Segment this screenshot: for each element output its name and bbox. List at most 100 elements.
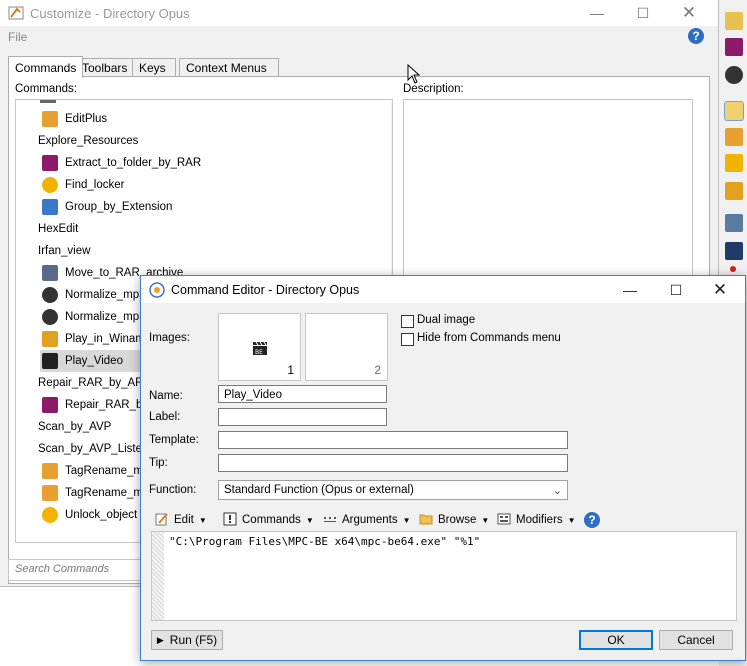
- image-slot-2[interactable]: 2: [305, 313, 388, 381]
- editor-titlebar[interactable]: Command Editor - Directory Opus — ☐ ✕: [141, 276, 745, 303]
- info-icon: [223, 512, 237, 529]
- list-item-label: Play_in_Winamp: [65, 333, 152, 345]
- normalize-icon: [42, 309, 58, 325]
- list-item-label: Scan_by_AVP: [38, 421, 112, 433]
- browse-menu-button[interactable]: Browse ▼: [419, 511, 489, 529]
- commands-menu-label: Commands: [242, 514, 301, 526]
- list-item[interactable]: Find_locker: [40, 174, 372, 196]
- play-icon: ▶: [156, 634, 164, 645]
- folder-icon: [419, 512, 433, 529]
- list-item[interactable]: Explore_Resources: [38, 130, 368, 152]
- list-top-fragment: [40, 100, 56, 103]
- winamp-icon: [42, 331, 58, 347]
- list-item-label: Group_by_Extension: [65, 201, 173, 213]
- close-button[interactable]: ✕: [666, 0, 712, 26]
- editplus-icon[interactable]: [725, 128, 743, 146]
- folder-sync-icon[interactable]: [725, 12, 743, 30]
- description-box[interactable]: [403, 99, 693, 281]
- arguments-menu-label: Arguments: [342, 514, 398, 526]
- tab-keys[interactable]: Keys: [132, 58, 176, 77]
- menu-file[interactable]: File: [8, 30, 27, 44]
- editor-gutter: [152, 532, 164, 620]
- mpc-be-icon: BE: [252, 340, 268, 359]
- function-value: Standard Function (Opus or external): [224, 484, 414, 496]
- list-item[interactable]: Extract_to_folder_by_RAR: [40, 152, 372, 174]
- editor-help-icon[interactable]: ?: [584, 512, 600, 528]
- search-commands-input[interactable]: Search Commands: [8, 559, 150, 581]
- tab-context-menus[interactable]: Context Menus: [179, 58, 279, 77]
- label-input[interactable]: [218, 408, 387, 426]
- editor-maximize-button[interactable]: ☐: [653, 277, 699, 303]
- commands-label: Commands:: [15, 83, 77, 95]
- run-button-label: Run (F5): [169, 633, 218, 647]
- image-slot-number: 1: [287, 363, 294, 377]
- hide-from-menu-label: Hide from Commands menu: [417, 332, 561, 344]
- minimize-button[interactable]: —: [574, 0, 620, 26]
- list-item-label: EditPlus: [65, 113, 108, 125]
- tip-input[interactable]: [218, 454, 568, 472]
- image-slot-1[interactable]: BE 1: [218, 313, 301, 381]
- browse-menu-label: Browse: [438, 514, 477, 526]
- chevron-down-icon: ⌄: [552, 485, 562, 497]
- winamp-icon[interactable]: [725, 182, 743, 200]
- tab-toolbars[interactable]: Toolbars: [75, 58, 135, 77]
- hide-from-menu-checkbox[interactable]: [401, 333, 414, 346]
- lock-icon: [42, 507, 58, 523]
- modifiers-menu-button[interactable]: Modifiers ▼: [497, 511, 576, 529]
- name-input[interactable]: Play_Video: [218, 385, 387, 403]
- commands-menu-button[interactable]: Commands ▼: [223, 511, 314, 529]
- editor-toolbar: Edit ▼ Commands ▼ Arguments ▼ Browse ▼ Modif…: [151, 509, 735, 531]
- svg-text:BE: BE: [255, 349, 263, 356]
- lock-icon[interactable]: [725, 154, 743, 172]
- opus-app-icon: [149, 282, 165, 298]
- cancel-button[interactable]: Cancel: [659, 630, 733, 650]
- list-item-label: Find_locker: [65, 179, 125, 191]
- edit-menu-label: Edit: [174, 514, 194, 526]
- search-folder-icon[interactable]: [725, 214, 743, 232]
- list-item[interactable]: EditPlus: [40, 108, 372, 130]
- search-placeholder: Search Commands: [15, 563, 110, 575]
- arguments-menu-button[interactable]: Arguments ▼: [323, 511, 411, 529]
- tab-commands[interactable]: Commands: [8, 56, 84, 78]
- list-item-label: Repair_RAR_by_ARA: [38, 377, 152, 389]
- arguments-icon: [323, 512, 337, 529]
- list-item[interactable]: Irfan_view: [38, 240, 368, 262]
- customize-titlebar[interactable]: Customize - Directory Opus — ☐ ✕: [0, 0, 718, 26]
- mouse-cursor-icon: [407, 63, 421, 87]
- winrar-icon: [42, 397, 58, 413]
- editor-minimize-button[interactable]: —: [607, 277, 653, 303]
- template-input[interactable]: [218, 431, 568, 449]
- modifiers-menu-label: Modifiers: [516, 514, 563, 526]
- list-item-label: TagRename_mp: [65, 487, 150, 499]
- winrar-icon[interactable]: [725, 38, 743, 56]
- help-icon[interactable]: ?: [688, 28, 704, 44]
- dual-image-label: Dual image: [417, 314, 476, 326]
- archive-icon: [42, 265, 58, 281]
- run-button[interactable]: ▶ Run (F5): [151, 630, 223, 650]
- menubar: File ?: [0, 27, 718, 47]
- customize-title: Customize - Directory Opus: [30, 6, 190, 21]
- red-dot-icon[interactable]: [730, 266, 736, 272]
- list-item-label: TagRename_mp: [65, 465, 150, 477]
- scan-icon[interactable]: [725, 242, 743, 260]
- list-item-label: Play_Video: [65, 355, 123, 367]
- tagrename-icon: [42, 485, 58, 501]
- list-item-label: HexEdit: [38, 223, 79, 235]
- name-label: Name:: [149, 390, 183, 402]
- mail-icon[interactable]: [724, 101, 744, 121]
- ok-button[interactable]: OK: [579, 630, 653, 650]
- tip-label: Tip:: [149, 457, 168, 469]
- command-code-editor[interactable]: "C:\Program Files\MPC-BE x64\mpc-be64.ex…: [151, 531, 737, 621]
- dual-image-checkbox[interactable]: [401, 315, 414, 328]
- modifiers-icon: [497, 512, 511, 529]
- mpc-be-icon: [42, 353, 58, 369]
- function-select[interactable]: Standard Function (Opus or external) ⌄: [218, 480, 568, 500]
- maximize-button[interactable]: ☐: [620, 0, 666, 26]
- normalize-icon: [42, 287, 58, 303]
- edit-menu-button[interactable]: Edit ▼: [155, 511, 207, 529]
- list-item[interactable]: Group_by_Extension: [40, 196, 372, 218]
- list-item-label: Extract_to_folder_by_RAR: [65, 157, 202, 169]
- normalize-icon[interactable]: [725, 66, 743, 84]
- list-item[interactable]: HexEdit: [38, 218, 368, 240]
- editor-close-button[interactable]: ✕: [697, 277, 743, 303]
